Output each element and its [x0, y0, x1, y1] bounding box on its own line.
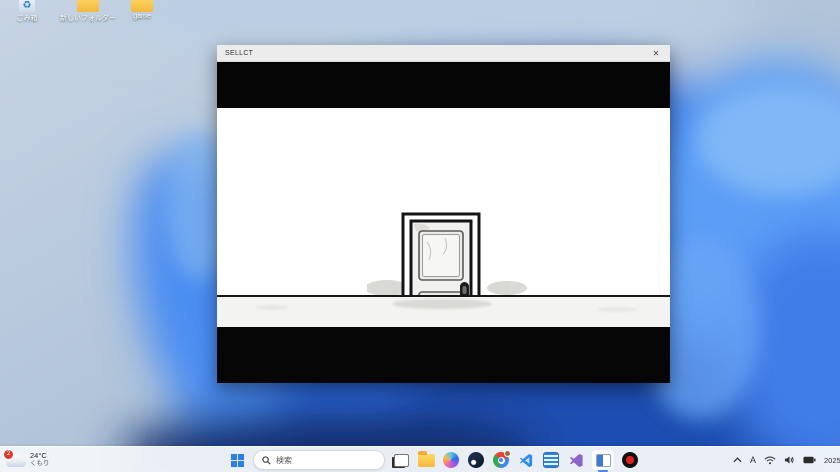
striped-app-button[interactable]	[542, 451, 560, 469]
desktop-icon-label: game	[133, 13, 151, 20]
scene-hud: ? SELLCTからの手紙 1 が到着しました 現在悪意: 13	[217, 327, 670, 383]
search-box[interactable]: 検索	[253, 450, 385, 470]
taskbar: 2 24°C くもり 検索	[0, 446, 840, 472]
desktop: ♻ ごみ箱 新しいフォルダー game SELLCT ✕	[0, 0, 840, 472]
steam-button[interactable]	[467, 451, 485, 469]
close-icon[interactable]: ✕	[649, 49, 663, 58]
notification-badge: 2	[4, 450, 13, 459]
taskbar-weather-widget[interactable]: 2 24°C くもり	[6, 447, 50, 472]
visual-studio-icon	[569, 453, 584, 468]
taskbar-clock[interactable]: 2025,	[824, 456, 840, 465]
scene-floor	[217, 295, 670, 327]
vscode-icon	[519, 453, 534, 468]
recycle-bin-icon: ♻	[19, 0, 35, 12]
desktop-icon-recycle-bin[interactable]: ♻ ごみ箱	[0, 0, 59, 23]
chrome-icon	[493, 452, 509, 468]
game-window: SELLCT ✕	[217, 45, 670, 383]
desktop-icon-label: ごみ箱	[17, 13, 38, 23]
file-explorer-button[interactable]	[417, 451, 435, 469]
window-title: SELLCT	[225, 50, 253, 57]
weather-condition: くもり	[30, 460, 50, 468]
sellct-game-taskbar-button[interactable]	[592, 450, 614, 470]
folder-icon	[131, 0, 153, 12]
search-icon	[262, 456, 271, 465]
task-view-button[interactable]	[392, 451, 410, 469]
scene-top-letterbox	[217, 62, 670, 108]
chrome-button[interactable]	[492, 451, 510, 469]
window-titlebar[interactable]: SELLCT ✕	[217, 45, 670, 62]
tray-chevron-up-icon[interactable]	[733, 457, 742, 463]
visual-studio-button[interactable]	[567, 451, 585, 469]
copilot-button[interactable]	[442, 451, 460, 469]
volume-icon[interactable]	[784, 455, 795, 465]
weather-temperature: 24°C	[30, 452, 50, 460]
weather-cloud-icon: 2	[6, 454, 26, 467]
scene-room	[217, 108, 670, 295]
ime-mode-indicator[interactable]: A	[750, 455, 756, 465]
striped-app-icon	[543, 452, 559, 468]
sellct-game-icon	[596, 454, 611, 467]
battery-icon[interactable]	[803, 456, 816, 464]
copilot-icon	[443, 452, 459, 468]
wifi-icon[interactable]	[764, 456, 776, 465]
start-button[interactable]	[228, 451, 246, 469]
record-icon	[622, 452, 638, 468]
steam-icon	[468, 452, 484, 468]
desktop-icon-label: 新しいフォルダー	[60, 13, 116, 23]
desktop-icon-game[interactable]: game	[110, 0, 174, 20]
windows-logo-icon	[231, 454, 244, 467]
record-app-button[interactable]	[621, 451, 639, 469]
task-view-icon	[394, 454, 409, 467]
folder-icon	[77, 0, 99, 12]
file-explorer-icon	[418, 454, 435, 467]
search-placeholder: 検索	[276, 455, 292, 466]
vscode-button[interactable]	[517, 451, 535, 469]
